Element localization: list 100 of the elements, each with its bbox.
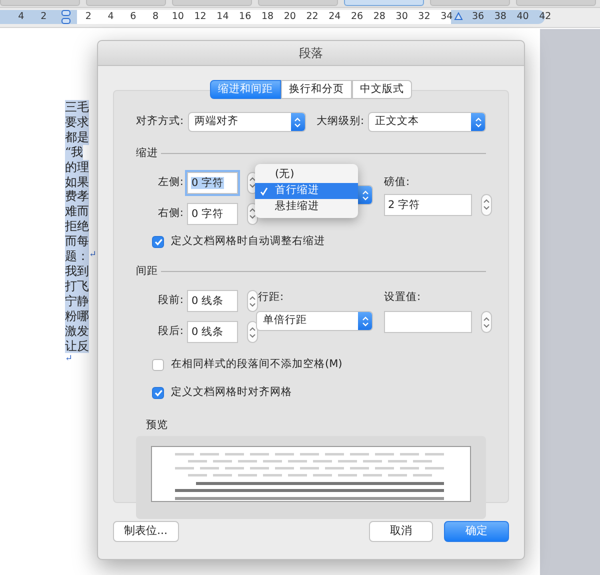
indent-marker-icon <box>454 12 463 20</box>
checkbox[interactable] <box>152 236 164 248</box>
line-spacing-select[interactable]: 单倍行距 <box>256 311 373 331</box>
ruler-label: 14 <box>216 10 230 24</box>
field-label: 段后: <box>156 324 184 340</box>
menu-item[interactable]: (无) <box>255 167 358 183</box>
ruler-label: 10 <box>170 10 185 24</box>
ruler-label: 32 <box>417 10 432 24</box>
ruler-label: 8 <box>152 10 160 24</box>
document-text: 费孝 <box>65 189 89 204</box>
document-text: 打飞 <box>65 278 89 294</box>
updown-icon <box>294 116 301 128</box>
field-label: 段前: <box>156 293 184 308</box>
toolbar-button[interactable] <box>172 0 252 6</box>
input-field[interactable] <box>384 311 472 333</box>
checkbox[interactable] <box>152 359 164 372</box>
document-text: 粉哪 <box>65 308 89 324</box>
field-label: 行距: <box>258 290 285 306</box>
document-text: 要求 <box>65 114 89 130</box>
window-title: 段落 <box>98 41 524 66</box>
toolbar-button[interactable] <box>516 0 596 6</box>
ruler-label: 18 <box>260 10 275 24</box>
document-text: 而每 <box>65 234 89 250</box>
stepper[interactable] <box>247 290 258 312</box>
ruler-label: 34 <box>440 10 454 24</box>
document-text: 拒绝 <box>65 219 89 234</box>
document-text: 三毛 <box>65 100 89 115</box>
updown-icon <box>249 207 256 220</box>
input-field[interactable]: 0 字符 <box>187 172 238 194</box>
document-text: 题： <box>65 249 89 264</box>
indent-marker-icon <box>60 10 71 24</box>
paragraph-mark: ↵ <box>65 353 73 366</box>
ruler-label: 12 <box>193 10 208 24</box>
tab[interactable]: 换行和分页 <box>281 80 352 99</box>
document-text: 都是 <box>65 130 89 145</box>
updown-icon <box>249 294 256 308</box>
field-label: 左侧: <box>156 174 184 190</box>
field-label: 大纲级别: <box>316 114 364 130</box>
toolbar-button[interactable] <box>430 0 510 6</box>
document-text: 宁静 <box>65 294 89 309</box>
menu-item[interactable]: 悬挂缩进 <box>255 199 358 215</box>
toolbar-button[interactable] <box>258 0 338 6</box>
dialog-button[interactable]: 制表位... <box>113 521 178 542</box>
ruler-label: 20 <box>282 10 297 24</box>
updown-icon <box>249 326 256 339</box>
ruler-label: 26 <box>350 10 364 24</box>
updown-icon <box>362 316 368 326</box>
tab[interactable]: 中文版式 <box>352 80 412 99</box>
toolbar-button[interactable] <box>0 0 80 6</box>
stepper[interactable] <box>481 194 492 216</box>
input-field[interactable]: 0 字符 <box>187 202 238 225</box>
ruler-label: 24 <box>328 10 342 24</box>
document-text: “我 <box>65 144 84 160</box>
ruler-label: 2 <box>84 10 92 24</box>
document-text: 难而 <box>65 204 89 220</box>
menu-item[interactable]: 首行缩进 <box>255 183 358 199</box>
check-icon <box>260 186 268 196</box>
document-text: 我到 <box>65 264 89 279</box>
input-field[interactable]: 0 线条 <box>187 290 238 312</box>
alignment-select[interactable]: 两端对齐 <box>188 112 306 132</box>
field-label: 右侧: <box>156 206 184 221</box>
section-heading: 间距 <box>136 264 158 278</box>
document-text: 如果 <box>65 174 89 190</box>
section-heading: 缩进 <box>136 146 158 161</box>
ruler-label: 4 <box>17 10 26 24</box>
document-text: 激发 <box>65 324 89 338</box>
ruler-label: 4 <box>106 10 115 24</box>
ruler-label: 2 <box>40 10 48 24</box>
updown-icon <box>483 316 490 328</box>
ruler-label: 38 <box>493 10 508 24</box>
stepper[interactable] <box>481 311 492 333</box>
checkbox-label: 在相同样式的段落间不添加空格(M) <box>171 357 342 372</box>
ruler-label: 6 <box>129 10 138 24</box>
updown-icon <box>362 190 368 201</box>
outline-level-select[interactable]: 正文文本 <box>368 112 486 132</box>
checkbox-label: 定义文档网格时自动调整右缩进 <box>171 234 325 249</box>
ruler-label: 40 <box>516 10 530 24</box>
field-label: 设置值: <box>384 290 422 306</box>
ruler-label: 30 <box>394 10 409 24</box>
document-text: 让反 <box>65 338 89 354</box>
checkbox[interactable] <box>152 386 164 399</box>
field-label: 对齐方式: <box>136 114 184 130</box>
ruler-label: 42 <box>538 10 552 24</box>
paragraph-mark: ↵ <box>89 249 97 262</box>
input-field[interactable]: 0 线条 <box>187 321 238 344</box>
ruler-label: 36 <box>470 10 486 24</box>
field-label: 磅值: <box>384 174 411 190</box>
input-field[interactable]: 2 字符 <box>384 194 472 216</box>
document-text: 的理 <box>65 160 89 175</box>
ruler-label: 16 <box>238 10 252 24</box>
checkbox-label: 定义文档网格时对齐网格 <box>171 385 292 400</box>
updown-icon <box>474 116 482 128</box>
updown-icon <box>249 176 256 190</box>
dialog-button[interactable]: 取消 <box>369 521 433 542</box>
section-heading: 预览 <box>145 418 169 433</box>
toolbar-button[interactable] <box>86 0 166 6</box>
stepper[interactable] <box>247 321 258 344</box>
updown-icon <box>483 198 490 212</box>
toolbar-button[interactable] <box>344 0 424 6</box>
ruler-label: 22 <box>305 10 320 24</box>
